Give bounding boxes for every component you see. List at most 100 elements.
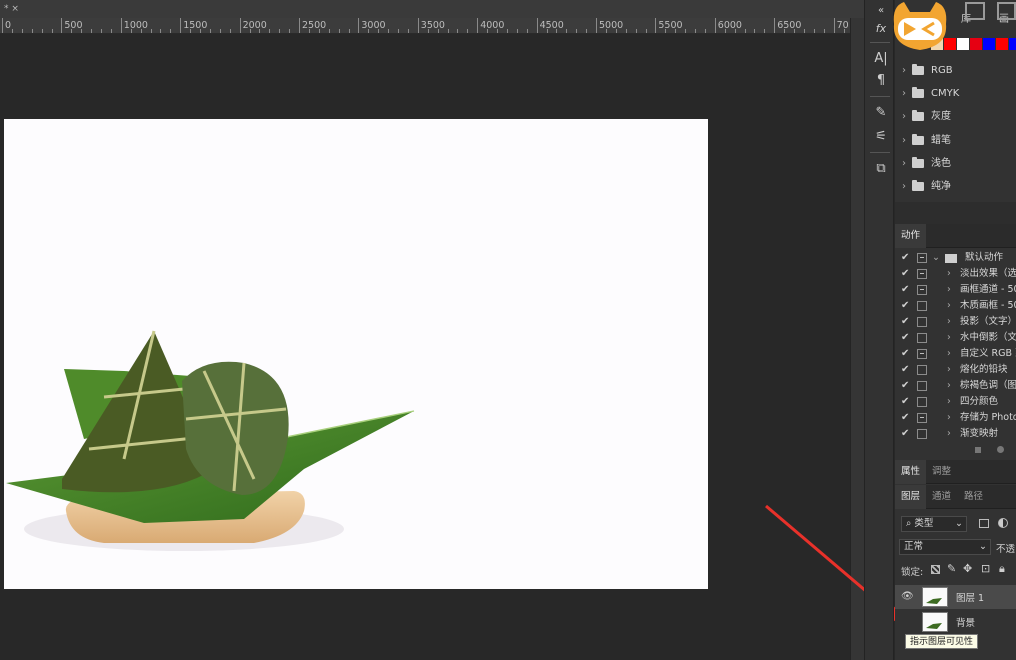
checkmark-icon[interactable]: ✔ xyxy=(901,426,909,442)
checkmark-icon[interactable]: ✔ xyxy=(901,410,909,426)
checkmark-icon[interactable]: ✔ xyxy=(901,330,909,346)
grid-icon[interactable] xyxy=(965,2,985,20)
color-swatch[interactable] xyxy=(983,38,995,50)
color-swatch[interactable] xyxy=(957,38,969,50)
checkmark-icon[interactable]: ✔ xyxy=(901,394,909,410)
checkmark-icon[interactable]: ✔ xyxy=(901,282,909,298)
lock-all-icon[interactable]: 🔒︎ xyxy=(999,562,1005,576)
color-swatch[interactable] xyxy=(1009,38,1016,50)
chevron-right-icon[interactable]: › xyxy=(947,378,951,394)
dialog-toggle-icon[interactable] xyxy=(917,413,927,423)
dialog-toggle-icon[interactable] xyxy=(917,301,927,311)
chevron-right-icon[interactable]: › xyxy=(947,410,951,426)
checkmark-icon[interactable]: ✔ xyxy=(901,378,909,394)
color-swatch[interactable] xyxy=(996,38,1008,50)
action-set-row[interactable]: ✔ ⌄ 默认动作 xyxy=(895,250,1016,266)
chevron-right-icon[interactable]: › xyxy=(947,346,951,362)
dialog-toggle-icon[interactable] xyxy=(917,397,927,407)
action-row[interactable]: ✔ › 木质画框 - 50 xyxy=(895,298,1016,314)
action-row[interactable]: ✔ › 自定义 RGB 到 xyxy=(895,346,1016,362)
layer-row[interactable]: 背景 xyxy=(895,610,1016,634)
action-row[interactable]: ✔ › 熔化的铅块 xyxy=(895,362,1016,378)
chevron-right-icon[interactable]: › xyxy=(947,330,951,346)
action-row[interactable]: ✔ › 四分颜色 xyxy=(895,394,1016,410)
dialog-toggle-icon[interactable] xyxy=(917,317,927,327)
layer-filter-select[interactable]: ⌕ 类型 ⌄ xyxy=(901,516,967,532)
layer-name[interactable]: 图层 1 xyxy=(956,590,984,604)
dialog-toggle-icon[interactable] xyxy=(917,365,927,375)
chevron-right-icon[interactable]: › xyxy=(947,282,951,298)
eye-icon[interactable]: 👁︎ xyxy=(901,591,914,602)
chevron-right-icon[interactable]: › xyxy=(902,59,906,82)
chevron-right-icon[interactable]: › xyxy=(947,298,951,314)
tab-properties[interactable]: 属性 xyxy=(895,460,927,484)
stop-icon[interactable] xyxy=(975,447,981,453)
document-canvas[interactable] xyxy=(4,119,708,589)
mascot-logo xyxy=(893,2,947,50)
ruler-minor-tick xyxy=(457,29,459,33)
dialog-toggle-icon[interactable] xyxy=(917,349,927,359)
vertical-scrollbar[interactable] xyxy=(850,18,864,660)
lock-transparent-icon[interactable] xyxy=(931,565,940,574)
swatch-folder-label: 纯净 xyxy=(931,181,951,192)
chevron-right-icon[interactable]: › xyxy=(902,129,906,152)
action-row[interactable]: ✔ › 棕褐色调（图 xyxy=(895,378,1016,394)
color-swatch[interactable] xyxy=(970,38,982,50)
checkmark-icon[interactable]: ✔ xyxy=(901,346,909,362)
tab-actions[interactable]: 动作 xyxy=(895,224,927,248)
checkmark-icon[interactable]: ✔ xyxy=(901,314,909,330)
adjustments-icon[interactable]: ⚟ xyxy=(871,128,891,146)
layer-row[interactable]: 👁︎ 图层 1 xyxy=(895,585,1016,609)
dialog-toggle-icon[interactable] xyxy=(917,381,927,391)
checkmark-icon[interactable]: ✔ xyxy=(901,250,909,266)
dialog-toggle-icon[interactable] xyxy=(917,429,927,439)
lock-artboard-icon[interactable]: ⊡ xyxy=(981,562,990,575)
checkmark-icon[interactable]: ✔ xyxy=(901,266,909,282)
lock-position-icon[interactable]: ✥ xyxy=(963,562,972,575)
document-tab[interactable]: * × xyxy=(0,0,23,18)
tab-paths[interactable]: 路径 xyxy=(958,485,989,509)
chevron-right-icon[interactable]: › xyxy=(902,175,906,198)
record-icon[interactable] xyxy=(997,446,1004,453)
action-row[interactable]: ✔ › 投影（文字） xyxy=(895,314,1016,330)
tab-layers[interactable]: 图层 xyxy=(895,485,927,509)
layer-name[interactable]: 背景 xyxy=(956,615,975,629)
blend-mode-select[interactable]: 正常 ⌄ xyxy=(899,539,991,555)
swatch-folder-row[interactable]: › RGB xyxy=(895,59,1016,82)
chevron-right-icon[interactable]: › xyxy=(947,426,951,442)
adjustment-filter-icon[interactable] xyxy=(998,518,1008,528)
checkmark-icon[interactable]: ✔ xyxy=(901,362,909,378)
chevron-right-icon[interactable]: › xyxy=(947,394,951,410)
lock-pixels-icon[interactable]: ✎ xyxy=(947,562,956,575)
action-row[interactable]: ✔ › 画框通道 - 50 xyxy=(895,282,1016,298)
chevron-right-icon[interactable]: › xyxy=(947,266,951,282)
action-row[interactable]: ✔ › 水中倒影（文 xyxy=(895,330,1016,346)
swatch-folder-row[interactable]: › 浅色 xyxy=(895,152,1016,175)
tab-channels[interactable]: 通道 xyxy=(926,485,957,509)
dialog-toggle-icon[interactable] xyxy=(917,333,927,343)
dialog-toggle-icon[interactable] xyxy=(917,253,927,263)
swatch-folder-row[interactable]: › CMYK xyxy=(895,82,1016,105)
dialog-toggle-icon[interactable] xyxy=(917,269,927,279)
layout-icon[interactable] xyxy=(997,2,1016,20)
swatch-folder-row[interactable]: › 纯净 xyxy=(895,175,1016,198)
action-row[interactable]: ✔ › 淡出效果（选 xyxy=(895,266,1016,282)
brush-settings-icon[interactable]: ✎ xyxy=(871,104,891,122)
chevron-right-icon[interactable]: › xyxy=(902,152,906,175)
dialog-toggle-icon[interactable] xyxy=(917,285,927,295)
image-filter-icon[interactable] xyxy=(979,519,989,528)
chevron-right-icon[interactable]: › xyxy=(902,105,906,128)
action-row[interactable]: ✔ › 存储为 Photo xyxy=(895,410,1016,426)
chevron-right-icon[interactable]: › xyxy=(947,314,951,330)
swatch-folder-row[interactable]: › 灰度 xyxy=(895,105,1016,128)
action-row[interactable]: ✔ › 渐变映射 xyxy=(895,426,1016,442)
chevron-right-icon[interactable]: › xyxy=(947,362,951,378)
tab-adjustments[interactable]: 调整 xyxy=(926,460,957,484)
chevron-down-icon[interactable]: ⌄ xyxy=(932,250,940,266)
history-icon[interactable]: ⧉ xyxy=(871,160,891,178)
chevron-right-icon[interactable]: › xyxy=(902,82,906,105)
paragraph-icon[interactable]: ¶ xyxy=(871,72,891,90)
swatch-folder-row[interactable]: › 蜡笔 xyxy=(895,129,1016,152)
checkmark-icon[interactable]: ✔ xyxy=(901,298,909,314)
character-icon[interactable]: A| xyxy=(871,50,891,68)
